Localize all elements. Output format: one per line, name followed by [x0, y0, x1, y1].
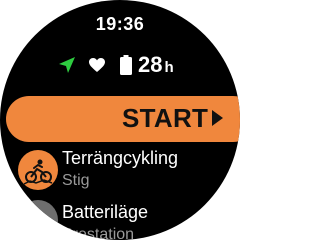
- battery-mode-icon: [18, 200, 58, 240]
- battery-mode-item[interactable]: Batteriläge Prestation: [18, 198, 238, 240]
- play-arrow-icon: [212, 110, 223, 126]
- status-row: 28 h: [58, 52, 198, 78]
- start-button[interactable]: START: [6, 96, 240, 142]
- start-label: START: [122, 103, 209, 133]
- heart-icon: [89, 58, 105, 72]
- battery-mode-title: Batteriläge: [62, 202, 149, 222]
- activity-title: Terrängcykling: [62, 148, 179, 168]
- activity-item[interactable]: Terrängcykling Stig: [18, 148, 238, 194]
- battery-mode-subtitle: Prestation: [62, 226, 135, 240]
- watch-screen: 19:36 28 h START Terrängcykling Stig Bat…: [0, 0, 240, 240]
- activity-subtitle: Stig: [62, 172, 90, 189]
- navigation-arrow-icon: [59, 57, 75, 73]
- clock-time: 19:36: [95, 14, 145, 34]
- battery-hours-value: 28: [138, 52, 163, 77]
- battery-icon: [120, 55, 132, 75]
- mountain-bike-icon: [18, 150, 58, 190]
- battery-hours-unit: h: [164, 59, 174, 76]
